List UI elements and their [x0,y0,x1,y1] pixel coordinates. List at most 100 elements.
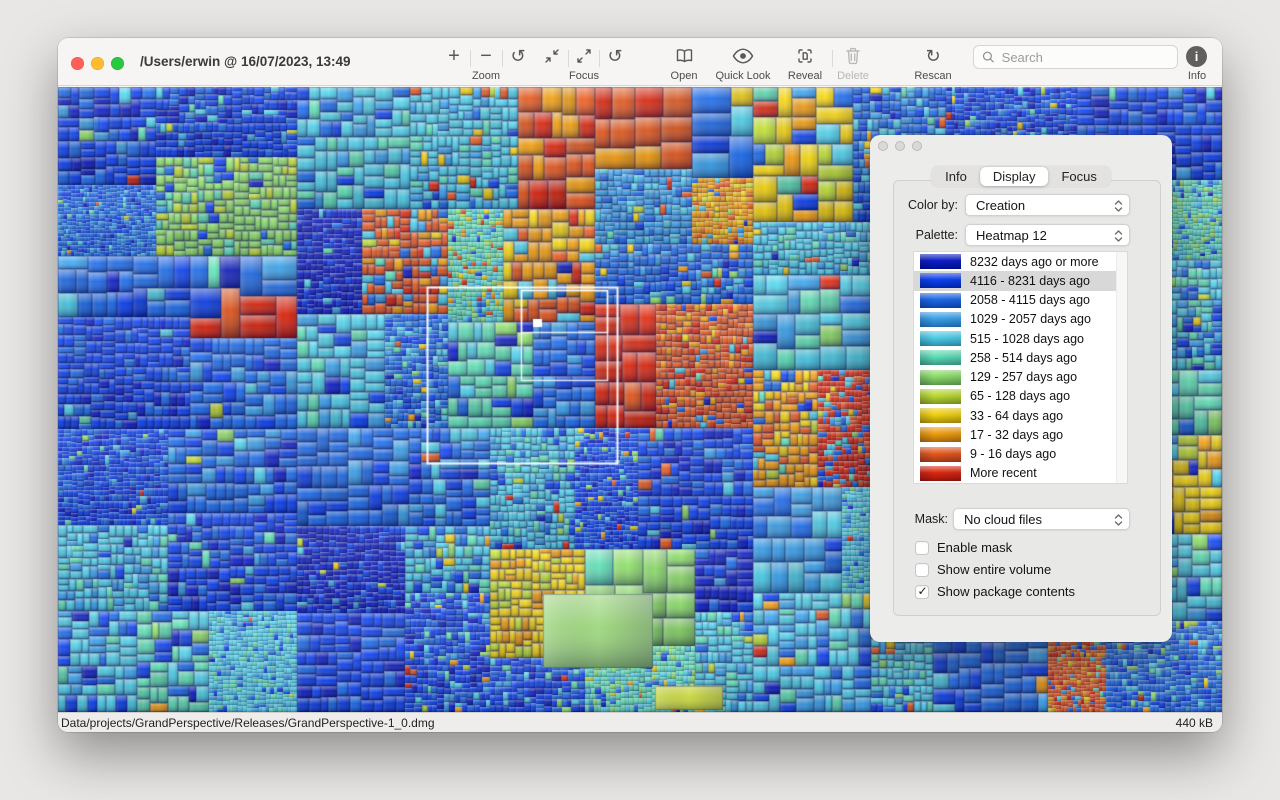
toolbar: /Users/erwin @ 16/07/2023, 13:49 + − ↺ Z… [58,38,1222,86]
chevron-up-down-icon [1114,513,1123,527]
info-label: Info [1177,70,1217,82]
tab-info[interactable]: Info [932,167,980,186]
zoom-in-button[interactable]: + [444,44,464,68]
legend-row[interactable]: 9 - 16 days ago [914,445,1127,464]
desktop: { "window": { "title": "/Users/erwin @ 1… [0,0,1280,800]
checkbox-show-package-contents[interactable] [915,585,929,599]
mask-label: Mask: [890,512,948,526]
info-icon: i [1195,49,1199,64]
legend-label: More recent [970,466,1037,480]
delete-button[interactable] [843,44,863,68]
display-panel: InfoDisplayFocus Color by: Creation Pale… [870,135,1172,642]
legend-row[interactable]: 65 - 128 days ago [914,387,1127,406]
legend-swatch [920,427,961,442]
legend-label: 2058 - 4115 days ago [970,293,1090,307]
rescan-label: Rescan [903,70,963,82]
legend-swatch [920,293,961,308]
legend-row[interactable]: 515 - 1028 days ago [914,329,1127,348]
legend-row[interactable]: More recent [914,464,1127,483]
rescan-button[interactable]: ↻ [923,44,943,68]
search-input[interactable] [1000,49,1169,66]
zoom-window-button[interactable] [111,57,124,70]
zoom-out-button[interactable]: − [476,44,496,68]
legend-row[interactable]: 33 - 64 days ago [914,406,1127,425]
legend-row[interactable]: 258 - 514 days ago [914,348,1127,367]
reload-arrow-icon: ↻ [925,47,940,65]
color-by-label: Color by: [888,198,958,212]
checkbox-row: Show entire volume [915,562,1051,577]
palette-dropdown[interactable]: Heatmap 12 [965,224,1130,246]
checkbox-show-entire-volume[interactable] [915,563,929,577]
legend-swatch [920,273,961,288]
plus-icon: + [448,46,460,66]
legend-label: 33 - 64 days ago [970,409,1063,423]
legend-label: 515 - 1028 days ago [970,332,1084,346]
legend-list: 8232 days ago or more 4116 - 8231 days ag… [913,251,1128,484]
focus-reset-button[interactable]: ↺ [605,44,625,68]
legend-row[interactable]: 1029 - 2057 days ago [914,310,1127,329]
trash-icon [844,46,862,66]
separator [832,50,833,67]
selected-file-path: Data/projects/GrandPerspective/Releases/… [61,716,435,730]
info-button[interactable]: i [1186,46,1207,67]
window-title: /Users/erwin @ 16/07/2023, 13:49 [140,38,351,86]
search-field [973,45,1178,69]
reveal-button[interactable] [795,44,815,68]
mask-value: No cloud files [964,512,1042,527]
arrows-inward-icon [543,47,561,65]
minus-icon: − [480,46,492,66]
focus-in-button[interactable] [542,44,562,68]
legend-row[interactable]: 17 - 32 days ago [914,425,1127,444]
zoom-group-label: Zoom [456,70,516,82]
color-by-dropdown[interactable]: Creation [965,194,1130,216]
separator [470,50,471,67]
panel-close-button[interactable] [878,141,888,151]
legend-row[interactable]: 2058 - 4115 days ago [914,291,1127,310]
legend-label: 1029 - 2057 days ago [970,312,1091,326]
undo-arrow-icon: ↺ [510,47,525,65]
minimize-button[interactable] [91,57,104,70]
arrows-outward-icon [575,47,593,65]
palette-value: Heatmap 12 [976,228,1047,243]
legend-label: 8232 days ago or more [970,255,1099,269]
legend-row[interactable]: 129 - 257 days ago [914,368,1127,387]
focus-group-label: Focus [554,70,614,82]
panel-zoom-button[interactable] [912,141,922,151]
legend-swatch [920,466,961,481]
legend-swatch [920,331,961,346]
close-button[interactable] [71,57,84,70]
search-icon [982,50,995,64]
tab-focus[interactable]: Focus [1048,167,1109,186]
focus-out-button[interactable] [574,44,594,68]
chevron-up-down-icon [1114,229,1123,243]
separator [568,50,569,67]
panel-window-controls [878,141,922,151]
checkbox-row: Enable mask [915,540,1012,555]
delete-label: Delete [831,70,875,82]
checkbox-label: Enable mask [937,540,1012,555]
legend-swatch [920,447,961,462]
open-button[interactable] [672,44,696,68]
legend-scrollbar[interactable] [1116,252,1127,483]
reveal-label: Reveal [783,70,827,82]
panel-minimize-button[interactable] [895,141,905,151]
legend-swatch [920,254,961,269]
legend-row[interactable]: 8232 days ago or more [914,252,1127,271]
open-book-icon [674,47,695,65]
checkbox-label: Show package contents [937,584,1075,599]
quick-look-button[interactable] [731,44,755,68]
checkbox-enable-mask[interactable] [915,541,929,555]
legend-swatch [920,312,961,327]
zoom-reset-button[interactable]: ↺ [508,44,528,68]
status-bar: Data/projects/GrandPerspective/Releases/… [58,712,1222,732]
tab-display[interactable]: Display [980,167,1049,186]
legend-swatch [920,350,961,365]
legend-swatch [920,370,961,385]
panel-tabs: InfoDisplayFocus [931,166,1111,187]
separator [502,50,503,67]
mask-dropdown[interactable]: No cloud files [953,508,1130,530]
legend-row[interactable]: 4116 - 8231 days ago [914,271,1127,290]
checkbox-label: Show entire volume [937,562,1051,577]
legend-label: 129 - 257 days ago [970,370,1077,384]
checkbox-row: Show package contents [915,584,1075,599]
